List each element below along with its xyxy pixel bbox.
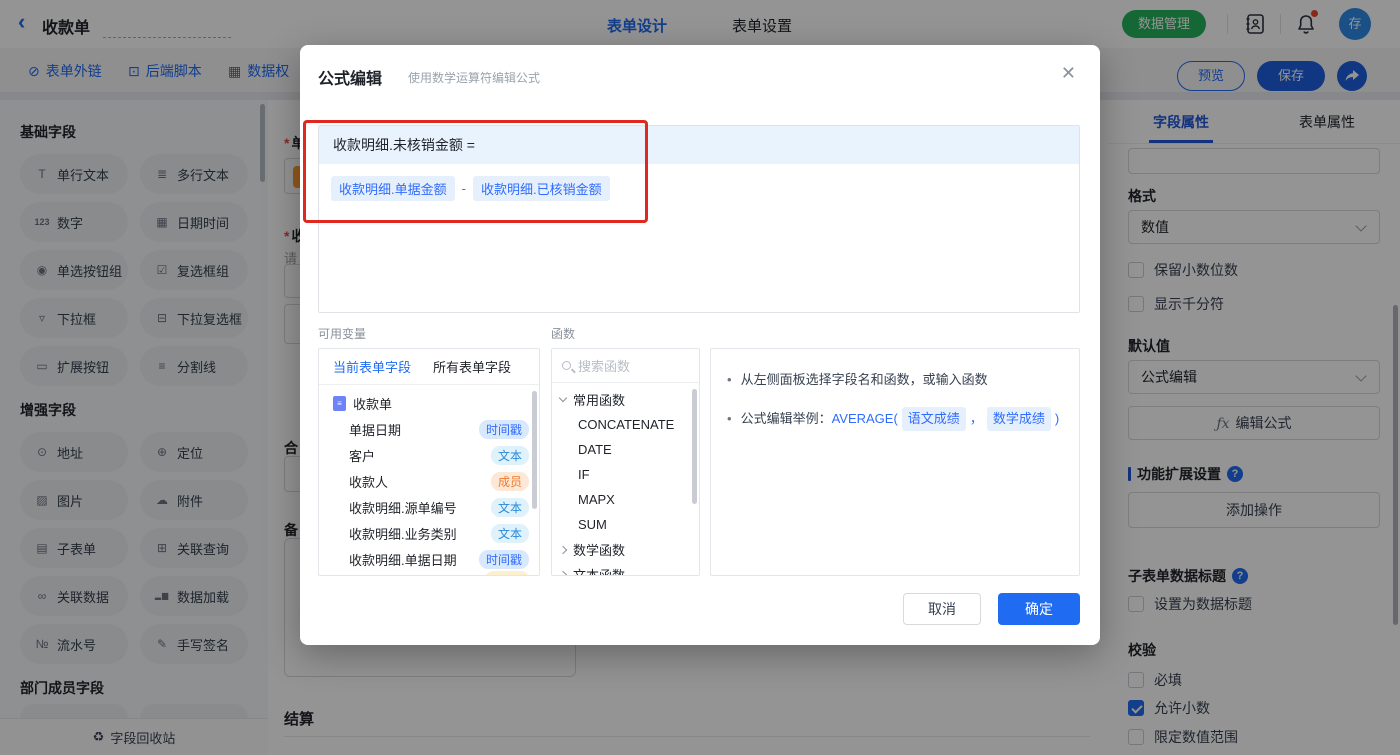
type-badge-timestamp: 时间戳 [478, 419, 529, 439]
variables-panel-label: 可用变量 [318, 327, 367, 341]
formula-token-operand1[interactable]: 收款明细.单据金额 [331, 176, 455, 201]
formula-editor[interactable]: 收款明细.未核销金额 = 收款明细.单据金额 - 收款明细.已核销金额 [318, 125, 1080, 313]
help-line-1: 从左侧面板选择字段名和函数，或输入函数 [727, 369, 1063, 391]
formula-edit-modal: 公式编辑 使用数学运算符编辑公式 ✕ 收款明细.未核销金额 = 收款明细.单据金… [300, 45, 1100, 645]
variable-row[interactable]: 收款人 成员 [319, 468, 539, 494]
function-search-input[interactable]: 搜索函数 [552, 349, 699, 383]
function-item-concatenate[interactable]: CONCATENATE [552, 412, 699, 437]
formula-operator: - [461, 181, 466, 196]
function-group-label: 文本函数 [573, 568, 626, 576]
formula-help-panel: 从左侧面板选择字段名和函数，或输入函数 公式编辑举例： AVERAGE( 语文成… [710, 348, 1080, 576]
type-badge-member: 成员 [490, 471, 529, 491]
help-fn-close: ) [1054, 411, 1060, 426]
variables-panel: 当前表单字段 所有表单字段 ≡ 收款单 单据日期 时间戳 客户 文本 收款人 成员 收… [318, 348, 540, 576]
chevron-right-icon [558, 570, 568, 575]
type-badge-text: 文本 [490, 445, 529, 465]
help-line-2: 公式编辑举例： AVERAGE( 语文成绩 ， 数学成绩 ) [727, 407, 1063, 431]
modal-subtitle: 使用数学运算符编辑公式 [408, 71, 541, 85]
formula-expression-row: 收款明细.单据金额 - 收款明细.已核销金额 [319, 164, 1079, 201]
formula-token-operand2[interactable]: 收款明细.已核销金额 [472, 176, 610, 201]
chevron-down-icon [558, 393, 568, 403]
variable-name: 收款人 [349, 474, 389, 490]
help-example-prefix: 公式编辑举例： [740, 411, 832, 426]
tab-all-form-fields[interactable]: 所有表单字段 [433, 357, 511, 376]
modal-title: 公式编辑 [318, 71, 383, 88]
variable-row[interactable]: 收款明细.源单编号 文本 [319, 494, 539, 520]
function-group-math[interactable]: 数学函数 [552, 537, 699, 562]
variable-row[interactable]: 单据日期 时间戳 [319, 416, 539, 442]
variable-row[interactable]: 收款明细.业务类别 文本 [319, 520, 539, 546]
close-icon[interactable]: ✕ [1061, 63, 1076, 84]
function-group-label: 常用函数 [573, 393, 626, 408]
chevron-right-icon [558, 545, 568, 554]
search-placeholder: 搜索函数 [578, 359, 631, 374]
variable-name: 收款明细.业务类别 [349, 526, 457, 542]
function-group-common[interactable]: 常用函数 [552, 387, 699, 412]
function-item-mapx[interactable]: MAPX [552, 487, 699, 512]
partially-visible-badge [485, 571, 529, 575]
help-chip-chinese-score: 语文成绩 [901, 407, 966, 431]
variable-name: 收款明细.源单编号 [349, 500, 457, 516]
help-fn-open: AVERAGE( [831, 411, 898, 426]
variable-name: 客户 [349, 448, 376, 464]
function-group-label: 数学函数 [573, 543, 626, 558]
type-badge-text: 文本 [490, 497, 529, 517]
function-item-sum[interactable]: SUM [552, 512, 699, 537]
functions-scrollbar[interactable] [692, 389, 697, 504]
variable-row[interactable]: 客户 文本 [319, 442, 539, 468]
search-icon [562, 361, 571, 370]
variable-name: 收款明细.单据日期 [349, 552, 457, 568]
help-chip-math-score: 数学成绩 [986, 407, 1051, 431]
function-item-if[interactable]: IF [552, 462, 699, 487]
variable-name: 单据日期 [349, 422, 402, 438]
cancel-button[interactable]: 取消 [903, 593, 981, 625]
function-group-text[interactable]: 文本函数 [552, 562, 699, 576]
variable-tree-root[interactable]: ≡ 收款单 [319, 390, 539, 416]
type-badge-text: 文本 [490, 523, 529, 543]
functions-panel: 搜索函数 常用函数 CONCATENATE DATE IF MAPX SUM 数… [551, 348, 700, 576]
help-comma: ， [969, 411, 983, 426]
tab-current-form-fields[interactable]: 当前表单字段 [333, 357, 411, 376]
confirm-button[interactable]: 确定 [998, 593, 1080, 625]
formula-target-row: 收款明细.未核销金额 = [319, 126, 1079, 164]
variable-root-name: 收款单 [353, 396, 393, 412]
variables-tabs: 当前表单字段 所有表单字段 [319, 349, 539, 385]
variable-row[interactable]: 收款明细.单据日期 时间戳 [319, 546, 539, 572]
form-doc-icon: ≡ [333, 395, 346, 411]
functions-panel-label: 函数 [551, 327, 576, 341]
type-badge-timestamp: 时间戳 [478, 549, 529, 569]
function-item-date[interactable]: DATE [552, 437, 699, 462]
variables-scrollbar[interactable] [532, 391, 537, 509]
